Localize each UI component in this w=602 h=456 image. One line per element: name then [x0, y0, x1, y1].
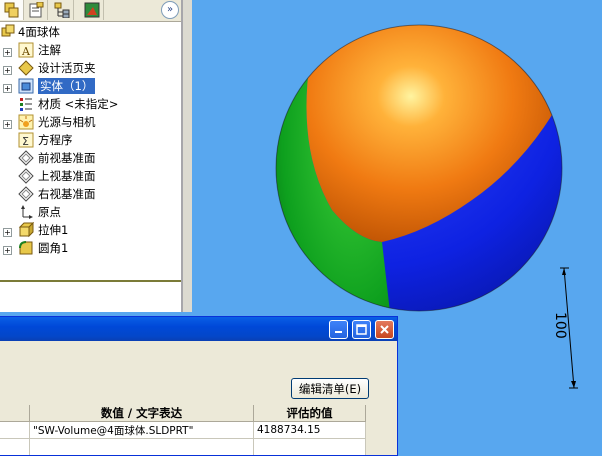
dialog-body: 编辑清单(E) 数值 / 文字表达 评估的值 "SW-Volume@4面球体.S… — [0, 341, 397, 455]
tree-item-label: 上视基准面 — [38, 169, 96, 183]
tree-item-label: 方程序 — [38, 133, 73, 147]
equations-icon: Σ — [18, 132, 34, 148]
design-binder-icon — [18, 60, 34, 76]
minimize-button[interactable] — [329, 320, 348, 339]
plane-icon — [18, 168, 34, 184]
table-cell-value: 4188734.15 — [254, 422, 366, 439]
table-header-blank — [0, 405, 30, 422]
tree-item-label: 注解 — [38, 43, 61, 57]
expand-toggle-annotations[interactable]: + — [3, 48, 12, 57]
tree-item-label: 材质 <未指定> — [38, 97, 119, 111]
edit-list-button[interactable]: 编辑清单(E) — [291, 378, 369, 399]
plane-icon — [18, 186, 34, 202]
material-icon — [20, 98, 32, 111]
close-icon — [380, 325, 389, 334]
tree-item-equations[interactable]: Σ 方程序 — [18, 131, 73, 149]
tree-item-label: 光源与相机 — [38, 115, 96, 129]
svg-text:Σ: Σ — [22, 135, 29, 148]
configuration-manager-tab[interactable] — [50, 0, 74, 20]
tree-item-annotations[interactable]: A 注解 — [18, 41, 61, 59]
expand-toggle-lights-cameras[interactable]: + — [3, 120, 12, 129]
origin-icon — [21, 205, 33, 219]
configuration-manager-icon — [54, 2, 69, 18]
feature-manager-tab[interactable] — [0, 0, 24, 20]
expand-toggle-extrude[interactable]: + — [3, 228, 12, 237]
minimize-icon — [335, 331, 342, 333]
maximize-button[interactable] — [352, 320, 371, 339]
extrude-icon — [18, 222, 34, 238]
table-header-value[interactable]: 评估的值 — [254, 405, 366, 422]
tree-root[interactable]: 4面球体 — [0, 23, 60, 41]
tree-item-label: 拉伸1 — [38, 223, 69, 237]
tree-item-label: 右视基准面 — [38, 187, 96, 201]
expand-toggle-design-binder[interactable]: + — [3, 66, 12, 75]
table-row-cell[interactable] — [0, 439, 30, 455]
expand-toggle-solid-bodies[interactable]: + — [3, 84, 12, 93]
tree-item-solid-bodies[interactable]: 实体（1） — [18, 77, 96, 95]
maximize-icon — [356, 324, 367, 335]
lights-cameras-icon — [18, 114, 34, 130]
tree-item-label: 圆角1 — [38, 241, 69, 255]
part-icon — [1, 24, 15, 37]
table-row-cell[interactable] — [0, 422, 30, 439]
table-cell-expression-empty[interactable] — [30, 439, 254, 455]
tree-item-fillet[interactable]: 圆角1 — [18, 239, 68, 257]
panel-splitter[interactable] — [183, 0, 192, 312]
equations-dialog: 编辑清单(E) 数值 / 文字表达 评估的值 "SW-Volume@4面球体.S… — [0, 316, 398, 456]
display-manager-icon — [84, 2, 99, 18]
property-manager-tab[interactable] — [24, 0, 48, 20]
tree-item-extrude[interactable]: 拉伸1 — [18, 221, 68, 239]
tree-item-label: 前视基准面 — [38, 151, 96, 165]
tree-item-lights-cameras[interactable]: 光源与相机 — [18, 113, 96, 131]
tree-item-top-plane[interactable]: 上视基准面 — [18, 167, 96, 185]
tree-root-label: 4面球体 — [18, 25, 60, 39]
table-header-expression[interactable]: 数值 / 文字表达 — [30, 405, 254, 422]
tree-item-right-plane[interactable]: 右视基准面 — [18, 185, 96, 203]
svg-text:A: A — [21, 45, 31, 58]
tree-item-front-plane[interactable]: 前视基准面 — [18, 149, 96, 167]
property-manager-icon — [29, 2, 43, 18]
tree-item-material[interactable]: 材质 <未指定> — [18, 95, 118, 113]
tree-item-label: 原点 — [38, 205, 61, 219]
table-cell-value-empty — [254, 439, 366, 455]
chevron-right-icon: » — [166, 4, 174, 15]
annotation-icon: A — [18, 42, 34, 58]
tree-item-design-binder[interactable]: 设计活页夹 — [18, 59, 96, 77]
fillet-icon — [19, 241, 33, 255]
feature-manager-toolbar: » — [0, 0, 181, 22]
feature-manager-panel: » 4面球体 + A 注解 + 设计活页夹 + 实体（1） 材质 <未指定> +… — [0, 0, 183, 312]
tree-item-label: 设计活页夹 — [38, 61, 96, 75]
dimension-value[interactable]: 100 — [552, 312, 568, 339]
dialog-titlebar[interactable] — [0, 317, 397, 341]
feature-manager-icon — [4, 2, 18, 18]
solid-bodies-icon — [18, 78, 34, 94]
tree-item-origin[interactable]: 原点 — [18, 203, 61, 221]
tree-item-label: 实体（1） — [38, 78, 96, 94]
expand-panel-button[interactable]: » — [161, 1, 179, 19]
expand-toggle-fillet[interactable]: + — [3, 246, 12, 255]
tree-rollback-bar[interactable] — [0, 280, 181, 282]
plane-icon — [18, 150, 34, 166]
table-cell-expression[interactable]: "SW-Volume@4面球体.SLDPRT" — [30, 422, 254, 439]
close-button[interactable] — [375, 320, 394, 339]
display-manager-tab[interactable] — [80, 0, 104, 20]
